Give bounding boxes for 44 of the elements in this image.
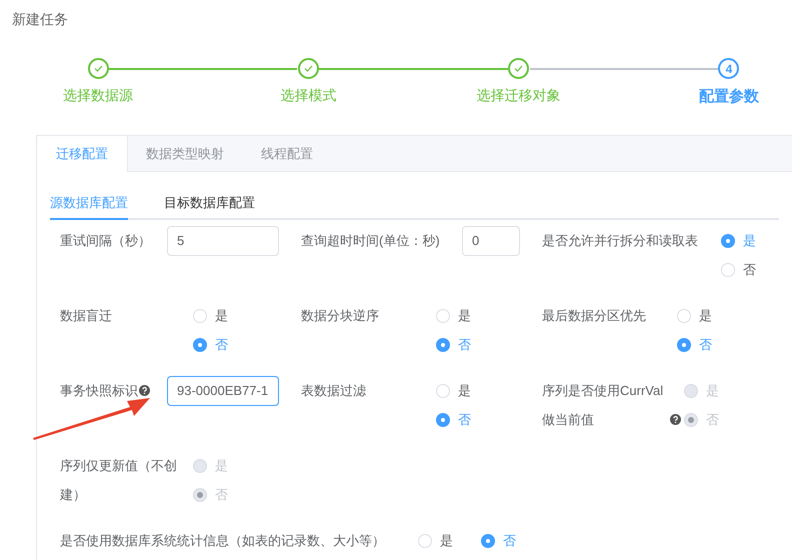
step-label: 选择迁移对象 — [476, 87, 561, 105]
input-field[interactable]: 93-0000EB77-1 — [167, 376, 279, 406]
radio-option[interactable]: 否 — [721, 255, 779, 284]
input-field[interactable]: 5 — [167, 226, 279, 256]
radio-option[interactable]: 否 — [436, 330, 542, 359]
tab[interactable]: 迁移配置 — [37, 136, 128, 172]
field-label: 序列仅更新值（不创建） — [60, 458, 177, 502]
help-icon[interactable] — [139, 385, 150, 396]
radio-icon[interactable] — [436, 338, 450, 352]
radio-option[interactable]: 是 — [436, 376, 542, 405]
radio-icon[interactable] — [721, 234, 735, 248]
radio-icon[interactable] — [436, 412, 450, 426]
radio-option[interactable]: 是 — [677, 301, 779, 330]
tab[interactable]: 线程配置 — [243, 136, 332, 172]
field-label: 事务快照标识 — [60, 382, 138, 400]
radio-option[interactable]: 否 — [193, 330, 301, 359]
field-label: 数据盲迁 — [60, 308, 112, 323]
step-number: 4 — [718, 58, 740, 79]
field-label: 查询超时时间(单位：秒) — [301, 233, 440, 248]
field-label: 数据分块逆序 — [301, 308, 379, 323]
radio-option[interactable]: 是 — [418, 526, 453, 555]
radio-option[interactable]: 否 — [436, 405, 542, 434]
field-label: 最后数据分区优先 — [542, 308, 646, 323]
tab[interactable]: 数据类型映射 — [128, 136, 243, 172]
step-label: 选择模式 — [280, 87, 336, 105]
sub-tab[interactable]: 源数据库配置 — [50, 188, 128, 220]
field-label: 序列是否使用CurrVal做当前值 — [542, 382, 664, 429]
sub-tab[interactable]: 目标数据库配置 — [164, 188, 255, 220]
radio-option[interactable]: 否 — [481, 526, 516, 555]
step-label: 选择数据源 — [63, 87, 133, 105]
radio-option[interactable]: 是 — [193, 301, 301, 330]
field-label: 是否使用数据库系统统计信息（如表的记录数、大小等） — [60, 533, 385, 548]
input-field[interactable]: 0 — [462, 226, 520, 256]
field-label: 是否允许并行拆分和读取表 — [542, 233, 698, 248]
radio-option[interactable]: 是 — [436, 301, 542, 330]
field-label: 重试间隔（秒） — [60, 233, 151, 248]
radio-icon[interactable] — [677, 338, 691, 352]
step-label: 配置参数 — [698, 87, 759, 106]
field-label: 表数据过滤 — [301, 383, 366, 398]
radio-option[interactable]: 是 — [721, 226, 779, 255]
page-title: 新建任务 — [11, 10, 69, 29]
radio-option[interactable]: 否 — [677, 330, 779, 359]
radio-icon[interactable] — [193, 338, 207, 352]
radio-icon[interactable] — [481, 534, 495, 548]
